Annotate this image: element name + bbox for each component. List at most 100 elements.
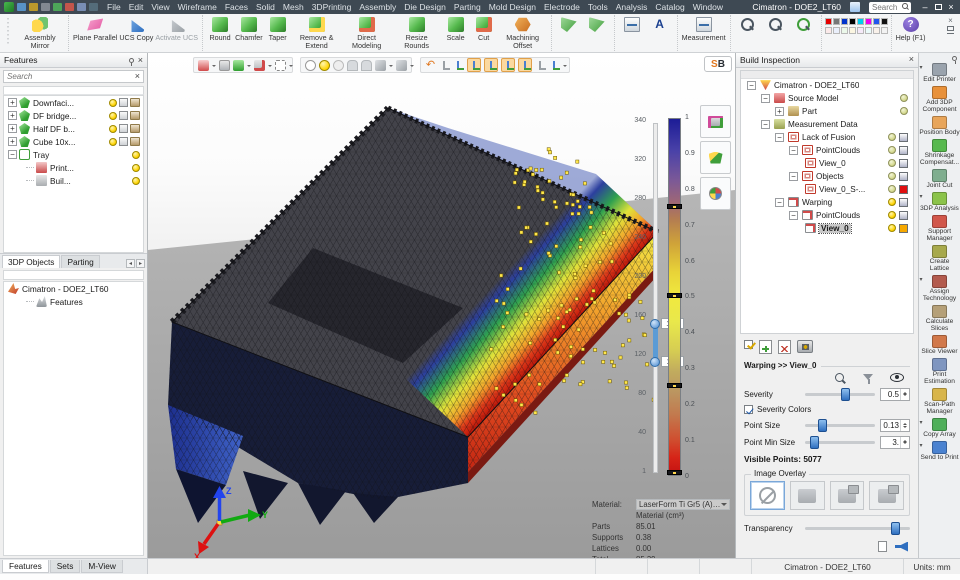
collapse-icon[interactable]: [789, 211, 798, 220]
sidebar-item[interactable]: Scan-Path Manager: [919, 387, 960, 417]
visibility-bulb-icon[interactable]: [132, 164, 140, 172]
show-icon[interactable]: [219, 60, 230, 71]
visibility-bulb-icon[interactable]: [888, 198, 896, 206]
tab-scroll-left-icon[interactable]: ◂: [126, 259, 135, 268]
color-swatch[interactable]: [873, 18, 880, 25]
box-icon[interactable]: [119, 98, 128, 107]
tree-item-downfacing[interactable]: Downfaci...: [4, 96, 143, 109]
clear-search-icon[interactable]: ×: [135, 72, 140, 81]
import-icon[interactable]: [41, 3, 50, 11]
filter-icon[interactable]: [254, 60, 265, 71]
report-icon[interactable]: [878, 541, 887, 552]
ucs-icon[interactable]: [439, 60, 450, 71]
tree-item-view0-lof[interactable]: View_0: [741, 157, 913, 170]
quartile-marker[interactable]: [667, 293, 682, 298]
color-swatch[interactable]: [841, 27, 848, 34]
snapshot-icon[interactable]: [797, 340, 813, 353]
search-input[interactable]: [872, 3, 900, 12]
locate-icon[interactable]: [835, 373, 847, 385]
ghost-icon[interactable]: [347, 60, 358, 71]
tool-text[interactable]: A: [646, 16, 674, 34]
color-swatch[interactable]: [865, 27, 872, 34]
save-icon[interactable]: [17, 3, 26, 11]
tree-item-warping[interactable]: Warping: [741, 196, 913, 209]
tree-item-build[interactable]: Buil...: [4, 174, 143, 187]
visibility-bulb-icon[interactable]: [888, 159, 896, 167]
color-box-orange-icon[interactable]: [899, 224, 908, 233]
pick-icon[interactable]: [233, 60, 244, 71]
search-icon[interactable]: [902, 3, 910, 11]
tool-scale[interactable]: Scale: [442, 16, 470, 42]
tree-item-print[interactable]: Print...: [4, 161, 143, 174]
box-icon[interactable]: [119, 111, 128, 120]
severity-colors-checkbox[interactable]: [744, 405, 753, 414]
overlay-none-button[interactable]: [750, 481, 785, 510]
tree-item-cube[interactable]: Cube 10x...: [4, 135, 143, 148]
tool-round[interactable]: Round: [206, 16, 234, 42]
ucs-mode-icon[interactable]: [520, 60, 531, 71]
tool-dimension[interactable]: [618, 16, 646, 34]
color-box-icon[interactable]: [899, 159, 908, 168]
visibility-bulb-icon[interactable]: [888, 185, 896, 193]
menu-item[interactable]: Faces: [225, 2, 248, 12]
bulb-off-icon[interactable]: [305, 60, 316, 71]
box-icon[interactable]: [119, 137, 128, 146]
quartile-marker[interactable]: [667, 204, 682, 209]
close-button[interactable]: ×: [946, 0, 956, 14]
tree-item-measurement-data[interactable]: Measurement Data: [741, 118, 913, 131]
sidebar-item[interactable]: Create Lattice: [919, 244, 960, 274]
menu-item[interactable]: Parting: [454, 2, 481, 12]
chevron-down-icon[interactable]: ▾: [920, 194, 923, 200]
tree-item-pointclouds-lof[interactable]: PointClouds: [741, 144, 913, 157]
menu-item[interactable]: 3DPrinting: [312, 2, 352, 12]
printer-icon[interactable]: [130, 98, 140, 107]
color-swatch[interactable]: [849, 27, 856, 34]
hide-icon[interactable]: [198, 60, 209, 71]
visibility-bulb-icon[interactable]: [132, 177, 140, 185]
menu-item[interactable]: Mesh: [283, 2, 304, 12]
material-dropdown[interactable]: LaserForm Ti Gr5 (A)_Sv6: [636, 499, 730, 510]
tool-zoom[interactable]: [734, 16, 762, 34]
sidebar-item[interactable]: ▾ Copy Array: [919, 417, 960, 440]
tool-resize-rounds[interactable]: Resize Rounds: [392, 16, 442, 50]
tool-ucs-copy[interactable]: UCS Copy: [118, 16, 154, 42]
quartile-marker[interactable]: [667, 383, 682, 388]
printer-icon[interactable]: [130, 137, 140, 146]
chevron-down-icon[interactable]: ▾: [920, 443, 923, 449]
severity-slider[interactable]: [805, 393, 875, 396]
color-box-icon[interactable]: [899, 172, 908, 181]
tool-chamfer[interactable]: Chamfer: [234, 16, 264, 42]
tool-mesh-2[interactable]: [583, 16, 611, 34]
tree-item-root[interactable]: Cimatron - DOE2_LT60: [741, 79, 913, 92]
approve-measurement-icon[interactable]: [744, 340, 753, 349]
overlay-image-camera-button[interactable]: [830, 481, 865, 510]
color-swatch[interactable]: [881, 18, 888, 25]
undo-icon[interactable]: [53, 3, 62, 11]
color-swatch[interactable]: [833, 18, 840, 25]
ucs-active-icon[interactable]: [453, 60, 464, 71]
tool-zoom-window[interactable]: [762, 16, 790, 34]
ucs-mode-icon[interactable]: [486, 60, 497, 71]
print-icon[interactable]: [77, 3, 86, 11]
visibility-bulb-icon[interactable]: [888, 133, 896, 141]
bulb-on-icon[interactable]: [319, 60, 330, 71]
visibility-bulb-icon[interactable]: [132, 151, 140, 159]
sidebar-item[interactable]: ▾ 3DP Analysis: [919, 191, 960, 214]
quartile-marker[interactable]: [667, 470, 682, 475]
ucs-mode-icon[interactable]: [503, 60, 514, 71]
collapse-icon[interactable]: [775, 133, 784, 142]
overlay-camera-button[interactable]: [869, 481, 904, 510]
close-icon[interactable]: ×: [909, 55, 914, 64]
tree-item-lack-of-fusion[interactable]: Lack of Fusion: [741, 131, 913, 144]
color-swatch[interactable]: [833, 27, 840, 34]
tool-plane-parallel[interactable]: Plane Parallel: [72, 16, 118, 42]
collapse-icon[interactable]: [747, 81, 756, 90]
tool-remove-extend[interactable]: Remove & Extend: [292, 16, 342, 50]
features-search-box[interactable]: ×: [3, 70, 144, 83]
bulb-dim-icon[interactable]: [333, 60, 344, 71]
menu-item[interactable]: Tools: [588, 2, 608, 12]
sidebar-item[interactable]: ▾ Send to Print: [919, 440, 960, 463]
tree-item-view0-warping-selected[interactable]: View_0: [741, 222, 913, 235]
visibility-bulb-icon[interactable]: [109, 112, 117, 120]
collapse-icon[interactable]: [8, 150, 17, 159]
